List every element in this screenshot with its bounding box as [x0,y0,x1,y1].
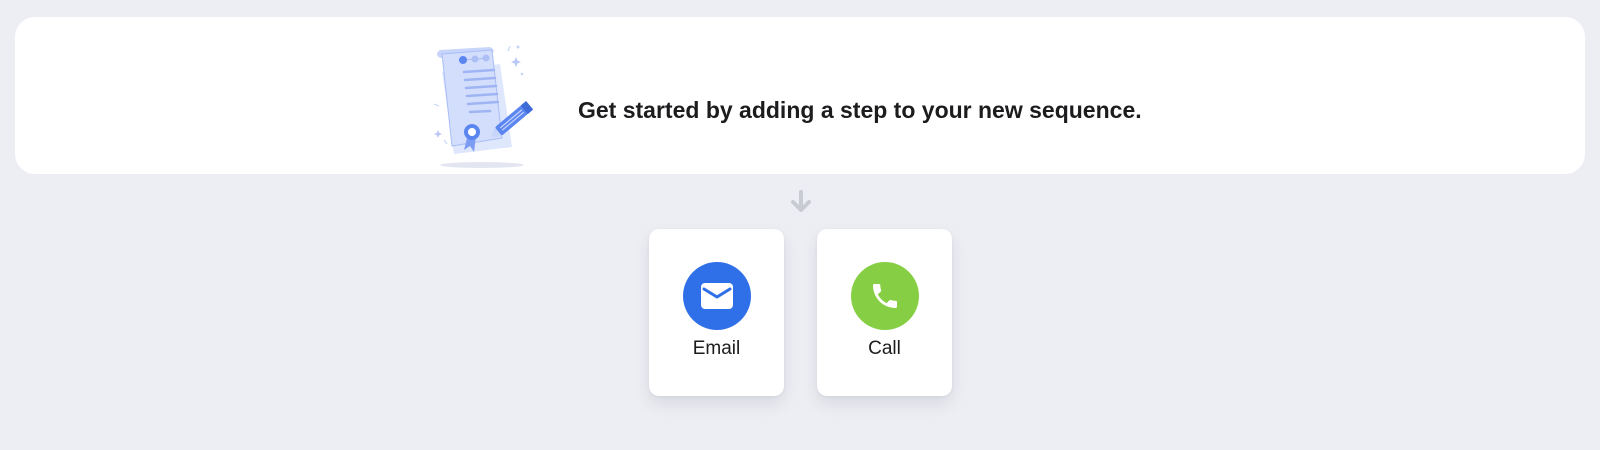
phone-icon [873,284,897,308]
sequence-editor: Get started by adding a step to your new… [0,0,1600,450]
add-call-step-button[interactable]: Call [817,229,952,396]
document-certificate-illustration [433,45,534,168]
email-step-label: Email [692,338,741,359]
add-email-step-button[interactable]: Email [649,229,784,396]
envelope-icon [701,283,733,309]
call-step-label: Call [868,338,901,359]
empty-sequence-banner: Get started by adding a step to your new… [15,17,1585,174]
arrow-down-icon [791,190,811,212]
email-icon-circle [683,262,751,330]
call-icon-circle [851,262,919,330]
banner-message: Get started by adding a step to your new… [578,97,1142,123]
